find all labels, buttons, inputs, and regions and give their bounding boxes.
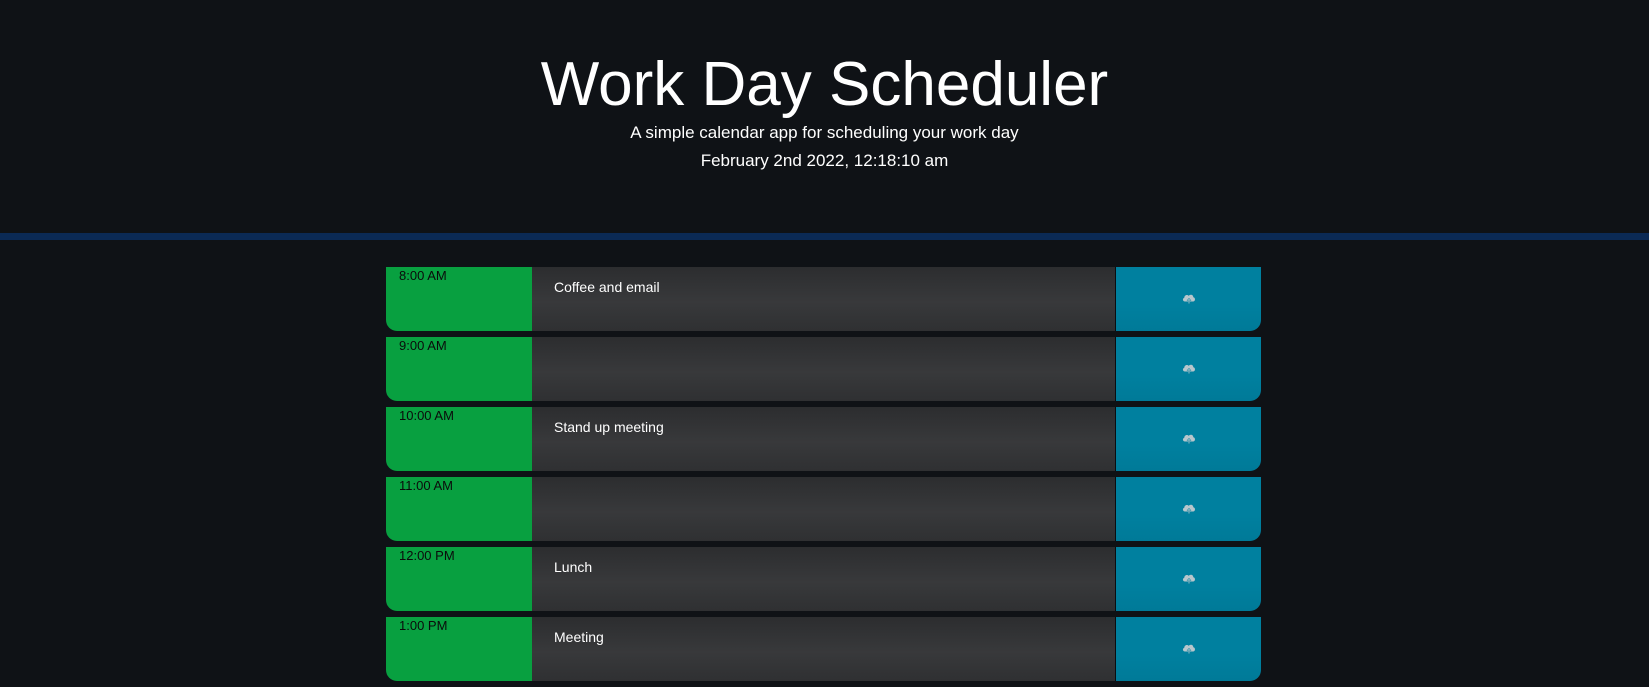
save-button[interactable] xyxy=(1116,477,1261,541)
description-textarea[interactable]: Stand up meeting xyxy=(532,407,1116,471)
hour-label: 8:00 AM xyxy=(386,267,532,331)
description-textarea[interactable]: Meeting xyxy=(532,617,1116,681)
description-textarea[interactable] xyxy=(532,477,1116,541)
hour-label: 11:00 AM xyxy=(386,477,532,541)
hour-label: 12:00 PM xyxy=(386,547,532,611)
time-block-1pm: 1:00 PM Meeting xyxy=(386,617,1261,681)
description-textarea[interactable]: Lunch xyxy=(532,547,1116,611)
time-block-list: 8:00 AM Coffee and email 9:00 AM 10:00 A… xyxy=(386,267,1261,687)
save-button[interactable] xyxy=(1116,407,1261,471)
save-button[interactable] xyxy=(1116,267,1261,331)
time-block-12pm: 12:00 PM Lunch xyxy=(386,547,1261,611)
description-textarea[interactable]: Coffee and email xyxy=(532,267,1116,331)
hour-label: 9:00 AM xyxy=(386,337,532,401)
page-subtitle: A simple calendar app for scheduling you… xyxy=(630,123,1019,142)
cloud-upload-icon xyxy=(1182,294,1195,304)
header: Work Day Scheduler A simple calendar app… xyxy=(0,0,1649,240)
time-block-9am: 9:00 AM xyxy=(386,337,1261,401)
save-button[interactable] xyxy=(1116,547,1261,611)
cloud-upload-icon xyxy=(1182,364,1195,374)
save-button[interactable] xyxy=(1116,617,1261,681)
cloud-upload-icon xyxy=(1182,434,1195,444)
page-title: Work Day Scheduler xyxy=(540,50,1109,119)
time-block-8am: 8:00 AM Coffee and email xyxy=(386,267,1261,331)
save-button[interactable] xyxy=(1116,337,1261,401)
time-block-10am: 10:00 AM Stand up meeting xyxy=(386,407,1261,471)
time-block-11am: 11:00 AM xyxy=(386,477,1261,541)
hour-label: 1:00 PM xyxy=(386,617,532,681)
current-day: February 2nd 2022, 12:18:10 am xyxy=(700,151,949,170)
description-textarea[interactable] xyxy=(532,337,1116,401)
cloud-upload-icon xyxy=(1182,504,1195,514)
cloud-upload-icon xyxy=(1182,574,1195,584)
hour-label: 10:00 AM xyxy=(386,407,532,471)
